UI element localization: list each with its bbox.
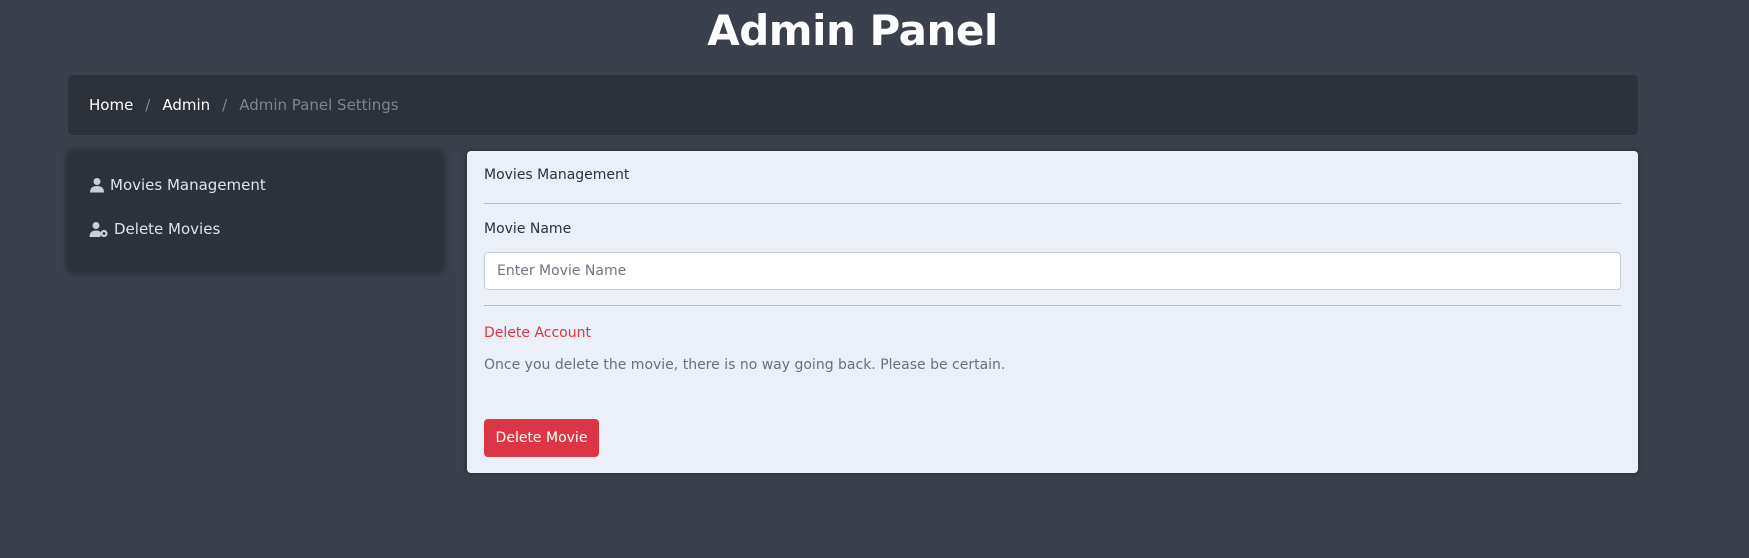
sidebar-item-movies-management[interactable]: Movies Management — [89, 175, 443, 195]
sidebar-item-label: Delete Movies — [114, 220, 221, 238]
danger-zone-title: Delete Account — [484, 325, 591, 341]
sidebar-item-delete-movies[interactable]: Delete Movies — [89, 219, 443, 239]
delete-movie-button[interactable]: Delete Movie — [484, 419, 599, 457]
danger-zone-text: Once you delete the movie, there is no w… — [484, 357, 1006, 373]
breadcrumb-current: Admin Panel Settings — [239, 96, 399, 114]
movie-name-input[interactable] — [484, 252, 1621, 290]
breadcrumb-admin-link[interactable]: Admin — [162, 96, 210, 114]
sidebar-item-label: Movies Management — [110, 176, 266, 194]
divider — [484, 305, 1621, 306]
user-gear-icon — [89, 221, 108, 237]
divider — [484, 203, 1621, 204]
movie-name-label: Movie Name — [484, 221, 572, 237]
breadcrumb-home-link[interactable]: Home — [89, 96, 133, 114]
movies-management-panel: Movies Management Movie Name Delete Acco… — [467, 151, 1638, 473]
sidebar: Movies Management Delete Movies — [68, 151, 443, 272]
panel-title: Movies Management — [484, 167, 630, 183]
breadcrumb-separator: / — [145, 96, 151, 114]
page-title: Admin Panel — [707, 6, 998, 55]
breadcrumb-separator: / — [222, 96, 228, 114]
breadcrumb: Home / Admin / Admin Panel Settings — [68, 75, 1638, 135]
user-icon — [90, 178, 104, 193]
